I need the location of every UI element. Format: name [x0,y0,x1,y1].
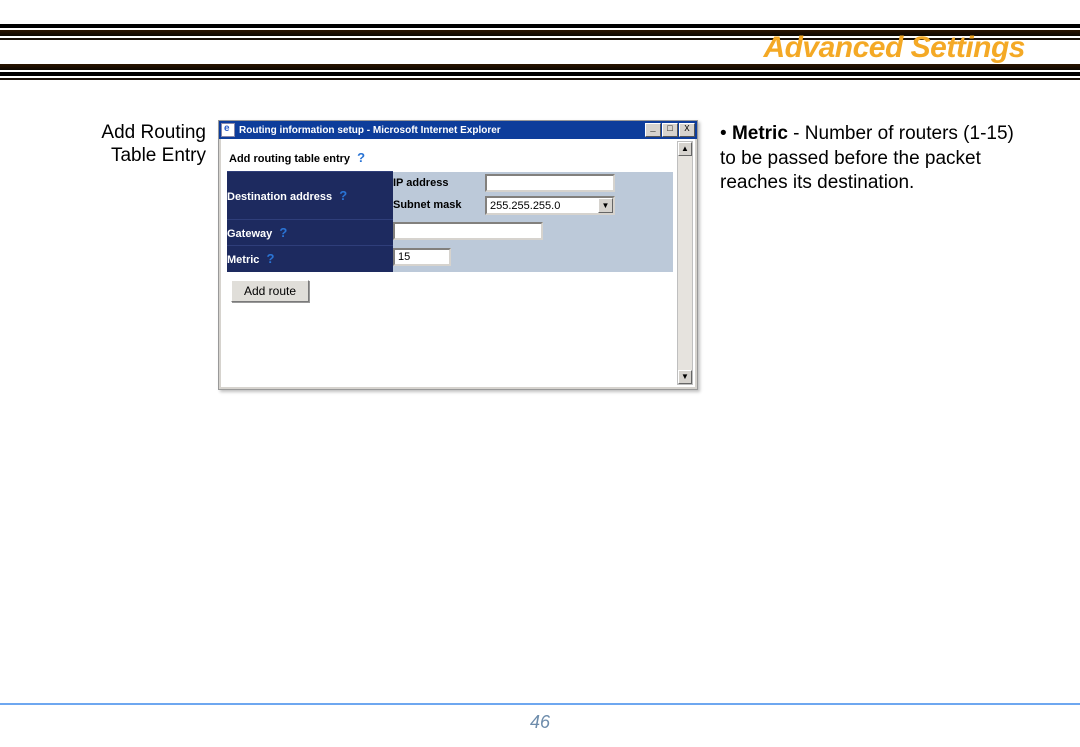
metric-description: • Metric - Number of routers (1-15) to b… [720,122,1032,196]
ip-address-label: IP address [393,177,477,189]
routing-form-grid: Destination address ? IP address Subnet … [227,171,673,272]
bottom-rule [0,703,1080,705]
ribbon-stripe [0,72,1080,76]
chevron-down-icon[interactable]: ▼ [598,198,613,213]
bullet-glyph: • [720,123,727,144]
page-number: 46 [0,712,1080,733]
help-icon[interactable]: ? [262,251,274,266]
subnet-mask-label: Subnet mask [393,199,477,211]
ip-address-input[interactable] [485,174,615,192]
gateway-input[interactable] [393,222,543,240]
minimize-button[interactable]: _ [645,123,661,137]
ie-window: Routing information setup - Microsoft In… [218,120,698,390]
help-icon[interactable]: ? [275,225,287,240]
window-title-bar[interactable]: Routing information setup - Microsoft In… [219,121,697,139]
metric-input[interactable] [393,248,451,266]
ribbon-stripe [0,78,1080,80]
left-caption-line1: Add Routing [101,122,206,143]
metric-term: Metric [732,123,788,144]
form-heading-text: Add routing table entry [229,153,350,165]
page-title: Advanced Settings [763,31,1025,65]
window-title: Routing information setup - Microsoft In… [239,125,645,136]
internet-explorer-icon [221,123,235,137]
gateway-label: Gateway [227,228,272,240]
scroll-up-icon[interactable]: ▲ [678,142,692,156]
metric-label: Metric [227,254,259,266]
form-heading: Add routing table entry ? [227,144,691,171]
subnet-mask-select[interactable]: 255.255.255.0 [485,196,615,215]
scroll-down-icon[interactable]: ▼ [678,370,692,384]
help-icon[interactable]: ? [353,150,365,165]
client-area: Add routing table entry ? Destination ad… [219,139,697,389]
left-caption: Add Routing Table Entry [60,122,206,168]
help-icon[interactable]: ? [335,188,347,203]
destination-address-label: Destination address [227,191,332,203]
left-caption-line2: Table Entry [111,145,206,166]
top-ribbon: Advanced Settings [0,0,1080,82]
maximize-button[interactable]: □ [662,123,678,137]
scrollbar[interactable]: ▲ ▼ [677,141,693,385]
add-route-button[interactable]: Add route [231,280,309,302]
close-button[interactable]: X [679,123,695,137]
ribbon-stripe [0,24,1080,28]
